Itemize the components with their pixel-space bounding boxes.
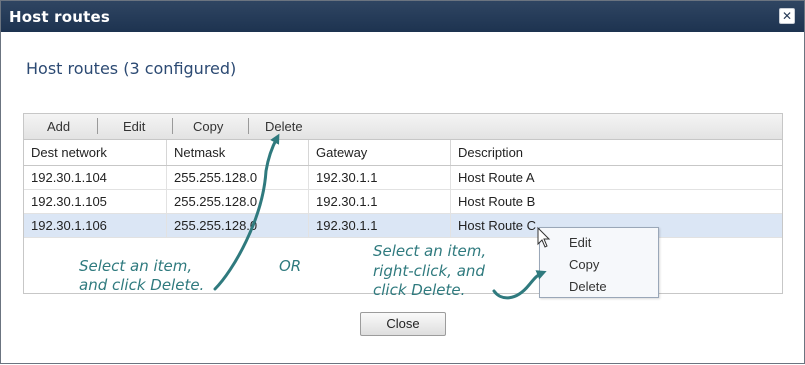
annotation-arrows (213, 133, 551, 300)
mouse-pointer-icon (537, 226, 551, 248)
host-routes-dialog: Host routes ✕ Host routes (3 configured)… (0, 0, 805, 364)
close-button[interactable]: Close (360, 312, 446, 336)
arrow-to-delete-icon (213, 133, 280, 291)
arrow-to-context-menu-icon (492, 270, 547, 300)
